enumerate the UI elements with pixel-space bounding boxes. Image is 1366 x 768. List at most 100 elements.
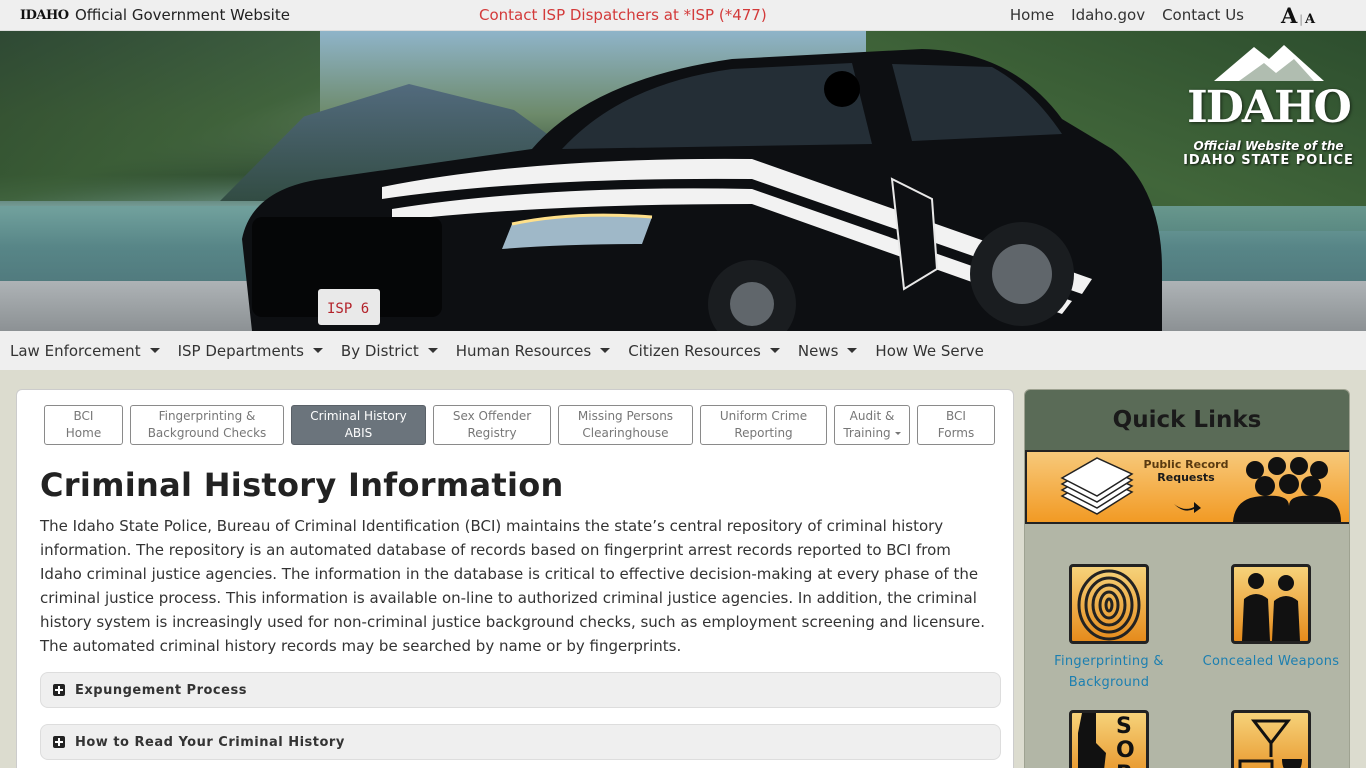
quick-link-alcohol[interactable] (1201, 710, 1341, 768)
silhouette-icon (1242, 573, 1300, 641)
main-navigation: Law Enforcement ISP Departments By Distr… (0, 331, 1366, 370)
nav-label: Human Resources (455, 341, 592, 360)
expand-plus-icon (53, 736, 65, 748)
mountain-peak-icon (1213, 45, 1324, 81)
sor-tile-image: S O R (1069, 710, 1149, 768)
fingerprint-icon (1077, 569, 1141, 641)
font-increase-button[interactable]: A (1281, 3, 1297, 28)
top-link-home[interactable]: Home (1010, 6, 1054, 24)
accordion-label: Expungement Process (75, 682, 247, 698)
hero-banner: ISP 6 IDAHO Official Website of the IDAH… (0, 31, 1366, 331)
idaho-wordmark: IDAHO (20, 8, 69, 23)
brand-isp-text: IDAHO STATE POLICE (1183, 153, 1354, 168)
nav-citizen-resources[interactable]: Citizen Resources (628, 342, 780, 360)
nav-isp-departments[interactable]: ISP Departments (178, 342, 323, 360)
tab-audit-training[interactable]: Audit & Training (834, 405, 910, 445)
tab-fingerprinting[interactable]: Fingerprinting & Background Checks (130, 405, 284, 445)
tab-line: Clearinghouse (582, 426, 669, 440)
quick-link-sex-offender[interactable]: S O R (1039, 710, 1179, 768)
quick-link-fingerprinting[interactable]: Fingerprinting & Background (1039, 564, 1179, 693)
alcohol-tile-image (1231, 710, 1311, 768)
accordion-expungement[interactable]: Expungement Process (40, 672, 1001, 708)
nav-label: How We Serve (875, 341, 984, 360)
svg-text:S: S (1116, 714, 1132, 739)
nav-label: News (797, 341, 839, 360)
top-link-contact-us[interactable]: Contact Us (1162, 6, 1244, 24)
quick-links-title: Quick Links (1025, 390, 1349, 450)
tab-missing-persons[interactable]: Missing Persons Clearinghouse (558, 405, 693, 445)
quick-link-label: Concealed Weapons (1201, 651, 1341, 672)
expand-plus-icon (53, 684, 65, 696)
tab-sex-offender[interactable]: Sex Offender Registry (433, 405, 551, 445)
banner-line-1: Public Record (1143, 458, 1229, 471)
document-stack-icon (1060, 457, 1134, 515)
tab-line: Training (843, 426, 891, 440)
concealed-weapons-tile-image (1231, 564, 1311, 644)
nav-law-enforcement[interactable]: Law Enforcement (10, 342, 160, 360)
state-map-icon: S O R (1078, 713, 1135, 768)
cocktail-glass-icon (1238, 719, 1302, 768)
dispatch-contact-link[interactable]: Contact ISP Dispatchers at *ISP (*477) (479, 6, 767, 24)
brand-official-text: Official Website of the (1193, 139, 1344, 153)
tab-line: Background Checks (147, 426, 267, 440)
font-size-toggle: A | A (1281, 3, 1315, 28)
tab-bci-home[interactable]: BCI Home (44, 405, 123, 445)
page-title: Criminal History Information (40, 466, 564, 504)
official-government-label: Official Government Website (75, 6, 290, 24)
tab-line: ABIS (344, 426, 373, 440)
nav-label: ISP Departments (177, 341, 304, 360)
tab-line: Sex Offender (452, 409, 532, 423)
quick-link-concealed-weapons[interactable]: Concealed Weapons (1201, 564, 1341, 672)
quick-link-label-line: Fingerprinting & (1054, 654, 1164, 669)
chevron-down-icon (847, 348, 858, 353)
brand-idaho-text: IDAHO (1187, 82, 1352, 133)
fingerprint-tile-image (1069, 564, 1149, 644)
top-utility-bar: IDAHO Official Government Website Contac… (0, 0, 1366, 31)
nav-how-we-serve[interactable]: How We Serve (875, 342, 983, 360)
font-decrease-button[interactable]: A (1305, 12, 1315, 27)
nav-human-resources[interactable]: Human Resources (455, 341, 611, 360)
tab-line: Criminal History (310, 409, 407, 423)
nav-label: By District (340, 341, 419, 360)
svg-text:R: R (1116, 762, 1133, 768)
top-link-idaho-gov[interactable]: Idaho.gov (1071, 6, 1145, 24)
quick-links-sidebar: Quick Links Public Record Requests Finge… (1024, 389, 1350, 768)
accordion-label: How to Read Your Criminal History (75, 734, 345, 750)
tab-line: Home (65, 426, 102, 440)
chevron-down-icon (600, 348, 611, 353)
tab-bci-forms[interactable]: BCI Forms (917, 405, 995, 445)
tab-line: BCI (73, 409, 94, 423)
chevron-down-icon (427, 348, 438, 353)
tab-line: Reporting (734, 426, 793, 440)
chevron-down-icon (769, 348, 780, 353)
banner-line-2: Requests (1157, 471, 1215, 484)
tab-line: Fingerprinting & (158, 409, 256, 423)
chevron-down-icon (149, 348, 160, 353)
people-group-icon (1233, 457, 1341, 522)
nav-label: Law Enforcement (10, 341, 141, 360)
banner-text: Public Record Requests (1141, 458, 1231, 484)
chevron-down-icon (894, 432, 901, 435)
tab-line: Audit & (849, 409, 895, 423)
tab-line: Missing Persons (577, 409, 674, 423)
top-links: Home Idaho.gov Contact Us (1010, 6, 1244, 24)
nav-news[interactable]: News (798, 342, 858, 360)
isp-brand-logo[interactable]: IDAHO Official Website of the IDAHO STAT… (1181, 43, 1356, 168)
public-record-requests-banner[interactable]: Public Record Requests (1025, 450, 1349, 524)
tab-criminal-history[interactable]: Criminal History ABIS (291, 405, 426, 445)
font-toggle-separator: | (1299, 13, 1304, 26)
bci-tab-bar: BCI Home Fingerprinting & Background Check… (44, 405, 995, 445)
intro-paragraph: The Idaho State Police, Bureau of Crimin… (40, 517, 985, 655)
police-car-image: ISP 6 (242, 49, 1162, 331)
svg-text:ISP 6: ISP 6 (327, 301, 369, 317)
tab-line: Forms (937, 426, 975, 440)
quick-link-label-line: Background (1068, 675, 1150, 690)
tab-line: Registry (467, 426, 517, 440)
main-content: BCI Home Fingerprinting & Background Check… (16, 389, 1014, 768)
accordion-read-history[interactable]: How to Read Your Criminal History (40, 724, 1001, 760)
quick-link-label-line: Concealed Weapons (1202, 654, 1340, 669)
tab-line: Uniform Crime (719, 409, 808, 423)
tab-uniform-crime[interactable]: Uniform Crime Reporting (700, 405, 827, 445)
quick-link-label: Fingerprinting & Background (1039, 651, 1179, 693)
nav-by-district[interactable]: By District (341, 342, 438, 360)
